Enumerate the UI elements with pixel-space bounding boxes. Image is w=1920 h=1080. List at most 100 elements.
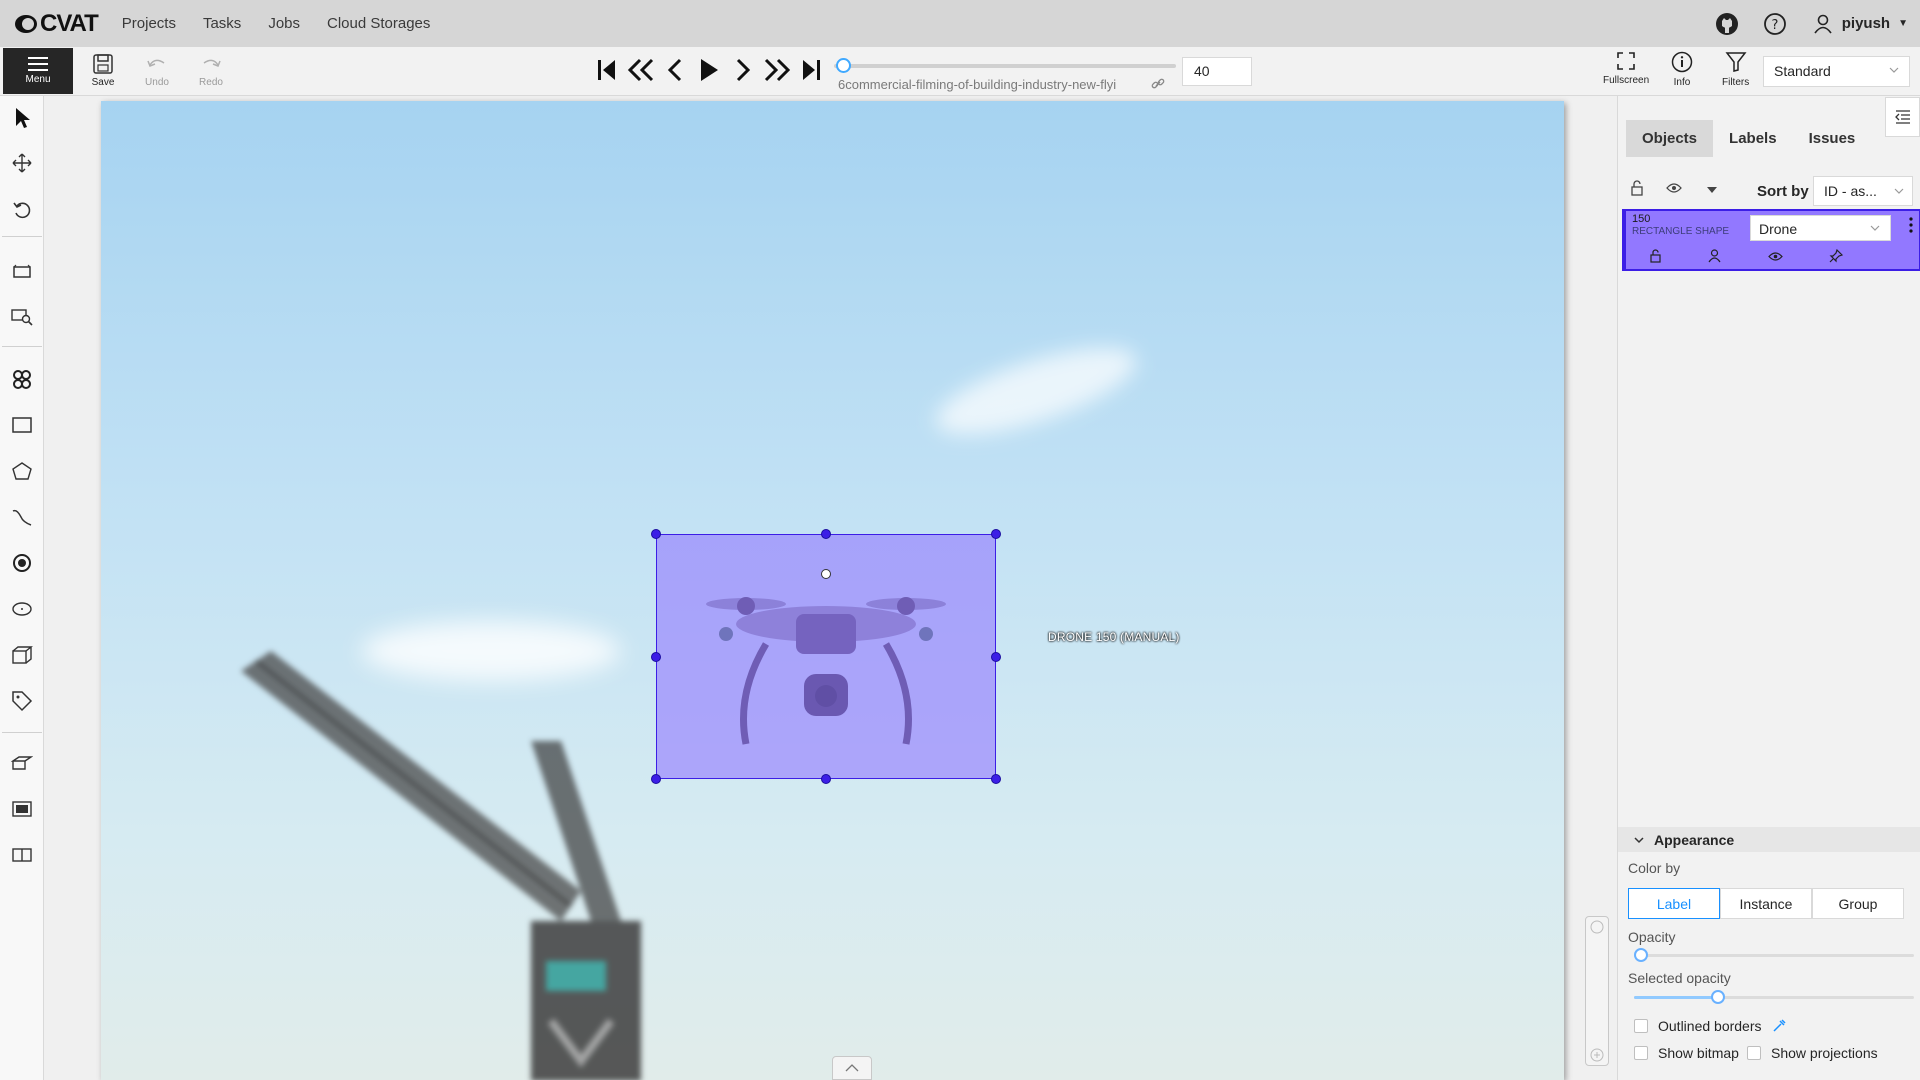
rectangle-tool-icon[interactable]	[10, 413, 34, 437]
save-button[interactable]: Save	[78, 49, 128, 95]
rotate-icon[interactable]	[10, 198, 34, 222]
cuboid-tool-icon[interactable]	[10, 643, 34, 667]
object-actions	[1626, 248, 1866, 268]
user-icon[interactable]	[1708, 249, 1721, 268]
sidebar-tabs: Objects Labels Issues	[1626, 120, 1871, 157]
points-tool-icon[interactable]	[10, 551, 34, 575]
resize-handle[interactable]	[991, 529, 1001, 539]
expand-bottom-panel-button[interactable]	[832, 1056, 872, 1080]
workspace-select[interactable]: Standard	[1763, 56, 1910, 87]
rotation-handle[interactable]	[821, 569, 831, 579]
move-icon[interactable]	[10, 151, 34, 175]
fullscreen-label: Fullscreen	[1603, 75, 1650, 86]
lock-icon[interactable]	[1630, 179, 1644, 201]
nav-tasks[interactable]: Tasks	[203, 15, 241, 32]
selected-opacity-slider[interactable]	[1634, 990, 1914, 1004]
polygon-tool-icon[interactable]	[10, 459, 34, 483]
github-icon[interactable]	[1714, 11, 1740, 37]
object-label-select[interactable]: Drone	[1750, 215, 1891, 241]
annotation-canvas[interactable]: DRONE 150 (MANUAL)	[45, 96, 1617, 1080]
eye-icon[interactable]	[1767, 249, 1783, 268]
zoom-region-icon[interactable]	[10, 305, 34, 329]
fast-forward-icon[interactable]	[760, 55, 794, 85]
filters-button[interactable]: Filters	[1722, 51, 1749, 88]
frame-slider-track[interactable]	[834, 64, 1176, 68]
undo-button[interactable]: Undo	[132, 49, 182, 95]
svg-text:?: ?	[1771, 18, 1778, 33]
nav-projects[interactable]: Projects	[122, 15, 176, 32]
chevron-down-icon	[1634, 836, 1644, 843]
outlined-borders-label: Outlined borders	[1658, 1018, 1762, 1034]
pin-icon[interactable]	[1829, 248, 1843, 268]
user-icon	[1810, 11, 1836, 37]
merge-shapes-icon[interactable]	[10, 751, 34, 775]
appearance-header[interactable]: Appearance	[1618, 827, 1920, 852]
outlined-borders-checkbox[interactable]: Outlined borders	[1634, 1018, 1786, 1034]
menu-button[interactable]: Menu	[3, 48, 73, 94]
fast-backward-icon[interactable]	[624, 55, 658, 85]
nav-cloud-storages[interactable]: Cloud Storages	[327, 15, 430, 32]
redo-button[interactable]: Redo	[186, 49, 236, 95]
help-icon[interactable]: ?	[1762, 11, 1788, 37]
play-icon[interactable]	[692, 55, 726, 85]
hamburger-icon	[28, 57, 48, 71]
tag-icon[interactable]	[10, 689, 34, 713]
checkbox[interactable]	[1747, 1046, 1761, 1060]
group-shapes-icon[interactable]	[10, 797, 34, 821]
frame-slider-handle[interactable]	[836, 58, 852, 73]
color-by-label-option[interactable]: Label	[1628, 888, 1720, 919]
resize-handle[interactable]	[651, 774, 661, 784]
more-options-icon[interactable]	[1909, 217, 1913, 238]
link-icon[interactable]	[1151, 77, 1165, 96]
resize-handle[interactable]	[821, 774, 831, 784]
caret-down-icon[interactable]	[1706, 181, 1718, 199]
first-frame-icon[interactable]	[590, 55, 624, 85]
chevron-down-icon	[1889, 67, 1899, 73]
opacity-slider-handle[interactable]	[1634, 948, 1648, 962]
selected-opacity-slider-handle[interactable]	[1711, 990, 1725, 1004]
split-track-icon[interactable]	[10, 843, 34, 867]
checkbox[interactable]	[1634, 1046, 1648, 1060]
polyline-tool-icon[interactable]	[10, 505, 34, 529]
sort-by-select[interactable]: ID - as...	[1813, 176, 1913, 206]
object-type: RECTANGLE SHAPE	[1632, 226, 1730, 237]
resize-handle[interactable]	[651, 529, 661, 539]
objects-sidebar: Objects Labels Issues Sort by ID - as...…	[1617, 96, 1920, 1080]
collapse-sidebar-button[interactable]	[1885, 97, 1920, 137]
appearance-panel: Appearance Color by Label Instance Group…	[1618, 827, 1920, 1080]
color-by-group-option[interactable]: Group	[1812, 888, 1904, 919]
checkbox[interactable]	[1634, 1019, 1648, 1033]
last-frame-icon[interactable]	[794, 55, 828, 85]
image-cloud	[926, 330, 1146, 452]
lock-icon[interactable]	[1649, 249, 1662, 268]
zoom-scrollbar[interactable]	[1585, 916, 1609, 1066]
object-item[interactable]: 150 RECTANGLE SHAPE Drone	[1622, 209, 1920, 271]
color-picker-icon[interactable]	[1772, 1019, 1786, 1033]
color-by-instance-option[interactable]: Instance	[1720, 888, 1812, 919]
tab-issues[interactable]: Issues	[1793, 120, 1872, 157]
show-projections-checkbox[interactable]: Show projections	[1747, 1045, 1878, 1061]
show-bitmap-checkbox[interactable]: Show bitmap	[1634, 1045, 1739, 1061]
tab-objects[interactable]: Objects	[1626, 120, 1714, 157]
resize-handle[interactable]	[991, 774, 1001, 784]
resize-handle[interactable]	[991, 652, 1001, 662]
fit-image-icon[interactable]	[10, 260, 34, 284]
eye-icon[interactable]	[1666, 181, 1682, 199]
previous-frame-icon[interactable]	[658, 55, 692, 85]
resize-handle[interactable]	[821, 529, 831, 539]
tab-labels[interactable]: Labels	[1713, 120, 1793, 157]
ellipse-tool-icon[interactable]	[10, 597, 34, 621]
fullscreen-button[interactable]: Fullscreen	[1603, 51, 1649, 86]
cursor-icon[interactable]	[10, 106, 34, 130]
info-button[interactable]: Info	[1671, 51, 1693, 88]
appearance-title: Appearance	[1654, 831, 1735, 848]
user-menu[interactable]: piyush ▼	[1810, 11, 1908, 37]
cvat-logo[interactable]: CVAT	[14, 10, 99, 38]
resize-handle[interactable]	[651, 652, 661, 662]
next-frame-icon[interactable]	[726, 55, 760, 85]
nav-jobs[interactable]: Jobs	[268, 15, 300, 32]
frame-number-input[interactable]: 40	[1182, 57, 1252, 86]
opacity-slider[interactable]	[1634, 948, 1914, 962]
ai-tools-icon[interactable]	[10, 367, 34, 391]
cvat-logo-icon	[15, 14, 37, 33]
